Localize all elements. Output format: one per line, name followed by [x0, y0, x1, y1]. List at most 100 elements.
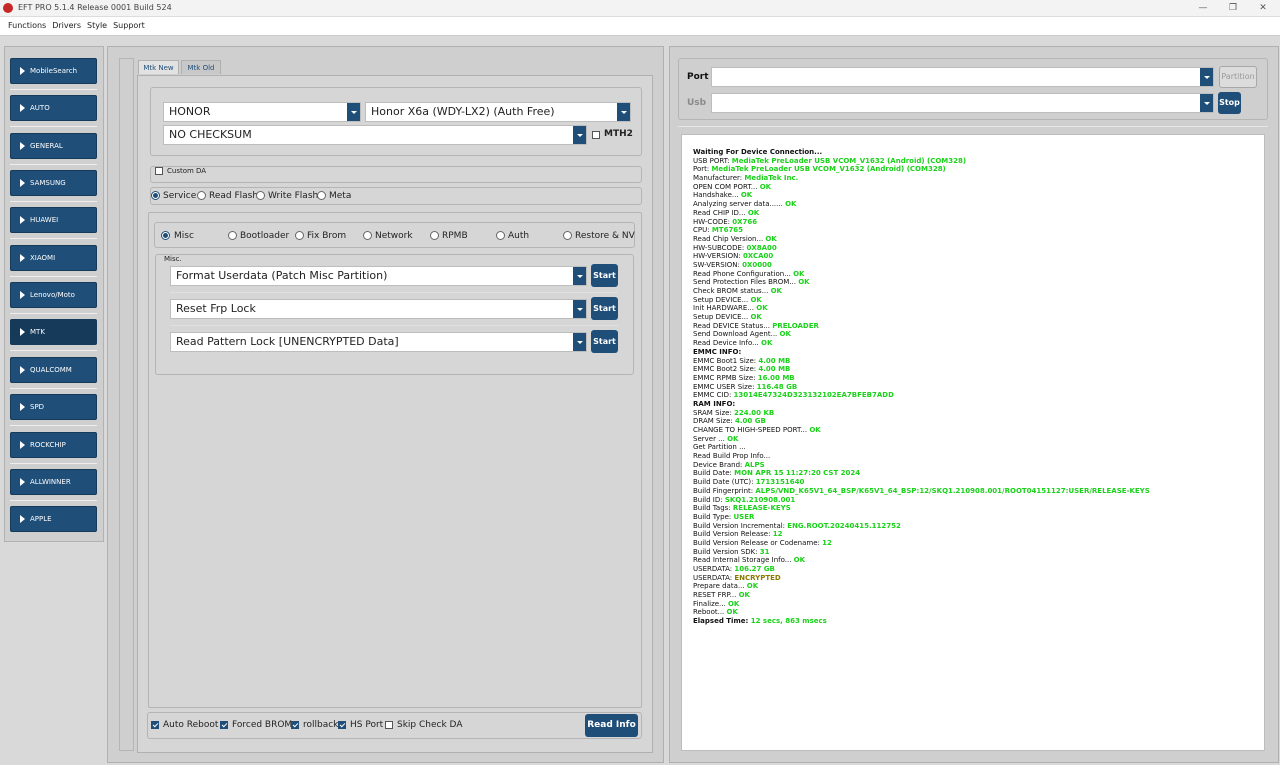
sidebar-item-general[interactable]: GENERAL [10, 133, 97, 159]
log-segment: OK [740, 191, 753, 200]
log-segment: Read Internal Storage Info... [693, 556, 794, 565]
log-segment: EMMC Boot2 Size: [693, 365, 759, 374]
log-line: Manufacturer: MediaTek Inc. [693, 174, 1264, 183]
port-select[interactable] [711, 67, 1214, 87]
log-line: HW-VERSION: 0XCA00 [693, 252, 1264, 261]
mode-write-flash-radio[interactable] [256, 191, 265, 200]
log-line: Setup DEVICE... OK [693, 313, 1264, 322]
sidebar-item-lenovo-moto[interactable]: Lenovo/Moto [10, 282, 97, 308]
auto-reboot-checkbox[interactable] [151, 721, 159, 729]
stop-button[interactable]: Stop [1218, 92, 1241, 114]
menu-drivers[interactable]: Drivers [49, 17, 84, 35]
log-line: Send Download Agent... OK [693, 330, 1264, 339]
mode-read-flash-label: Read Flash [209, 191, 259, 201]
subtab-misc-radio[interactable] [161, 231, 170, 240]
log-segment: OK [770, 287, 782, 295]
subtab-bootloader-radio[interactable] [228, 231, 237, 240]
log-line: Build Version Incremental: ENG.ROOT.2024… [693, 522, 1264, 531]
skip-check-da-label: Skip Check DA [397, 720, 463, 730]
brand-select[interactable]: HONOR [163, 102, 361, 122]
chevron-down-icon [573, 267, 586, 285]
subtab-network-radio[interactable] [363, 231, 372, 240]
start-button-frp[interactable]: Start [591, 297, 618, 320]
skip-check-da-checkbox[interactable] [385, 721, 393, 729]
sidebar-item-qualcomm[interactable]: QUALCOMM [10, 357, 97, 383]
menu-support[interactable]: Support [110, 17, 148, 35]
subtab-fix-brom-label: Fix Brom [307, 231, 347, 241]
log-segment: OK [759, 182, 772, 191]
log-line: Handshake... OK [693, 191, 1264, 200]
arrow-right-icon [20, 403, 25, 411]
usb-label: Usb [687, 98, 707, 108]
log-segment: Check BROM status... [693, 287, 771, 295]
read-pattern-select[interactable]: Read Pattern Lock [UNENCRYPTED Data] [170, 332, 587, 352]
sidebar-item-allwinner[interactable]: ALLWINNER [10, 469, 97, 495]
close-icon[interactable]: ✕ [1253, 2, 1273, 14]
sidebar-item-xiaomi[interactable]: XIAOMI [10, 245, 97, 271]
subtab-rpmb-radio[interactable] [430, 231, 439, 240]
tab-mtk-new[interactable]: Mtk New [138, 60, 179, 74]
start-button-pattern[interactable]: Start [591, 330, 618, 353]
hs-port-checkbox[interactable] [338, 721, 346, 729]
partition-button[interactable]: Partition [1219, 66, 1257, 88]
custom-da-checkbox[interactable] [155, 167, 163, 175]
log-segment: OK [793, 556, 806, 565]
subtab-auth-radio[interactable] [496, 231, 505, 240]
log-segment: EMMC RPMB Size: [693, 373, 758, 382]
sidebar-item-apple[interactable]: APPLE [10, 506, 97, 532]
log-segment: RESET FRP... [693, 591, 739, 600]
log-output[interactable]: Waiting For Device Connection... USB PORT… [681, 134, 1265, 751]
mode-service-radio[interactable] [151, 191, 160, 200]
usb-select[interactable] [711, 93, 1214, 113]
log-segment: USER [733, 512, 755, 521]
log-line: USB PORT: MediaTek PreLoader USB VCOM_V1… [693, 157, 1264, 166]
subtab-restore-nv-radio[interactable] [563, 231, 572, 240]
log-line: Device Brand: ALPS [693, 461, 1264, 470]
log-segment: 0XCA00 [742, 252, 774, 261]
sidebar-item-rockchip[interactable]: ROCKCHIP [10, 432, 97, 458]
log-segment: EMMC INFO: [693, 347, 742, 356]
sidebar-item-auto[interactable]: AUTO [10, 95, 97, 121]
mode-service-label: Service [163, 191, 197, 201]
menu-functions[interactable]: Functions [5, 17, 49, 35]
log-segment: Prepare data... [693, 582, 747, 591]
sidebar-item-huawei[interactable]: HUAWEI [10, 207, 97, 233]
sidebar-item-mtk[interactable]: MTK [10, 319, 97, 345]
sidebar-item-mobilesearch[interactable]: MobileSearch [10, 58, 97, 84]
log-segment: EMMC USER Size: [693, 382, 757, 391]
model-select[interactable]: Honor X6a (WDY-LX2) (Auth Free) [365, 102, 631, 122]
mode-meta-radio[interactable] [317, 191, 326, 200]
forced-brom-checkbox[interactable] [220, 721, 228, 729]
start-button-format[interactable]: Start [591, 264, 618, 287]
format-userdata-select[interactable]: Format Userdata (Patch Misc Partition) [170, 266, 587, 286]
log-segment: Waiting For Device Connection... [693, 148, 823, 156]
log-line: Read Phone Configuration... OK [693, 270, 1264, 279]
panel-inner-frame [119, 58, 134, 751]
log-line: Read Chip Version... OK [693, 235, 1264, 244]
sidebar-item-spd[interactable]: SPD [10, 394, 97, 420]
subtab-fix-brom-radio[interactable] [295, 231, 304, 240]
log-line: SRAM Size: 224.00 KB [693, 409, 1264, 418]
arrow-right-icon [20, 328, 25, 336]
log-segment: ENG.ROOT.20240415.112752 [787, 521, 901, 530]
log-line: Build Version Release: 12 [693, 530, 1264, 539]
sidebar-item-samsung[interactable]: SAMSUNG [10, 170, 97, 196]
log-line: Read Build Prop Info... [693, 452, 1264, 461]
rollback-checkbox[interactable] [291, 721, 299, 729]
log-segment: Finalize... [693, 599, 728, 608]
menu-style[interactable]: Style [84, 17, 110, 35]
log-segment: ALPS [744, 460, 765, 469]
reset-frp-select[interactable]: Reset Frp Lock [170, 299, 587, 319]
maximize-icon[interactable]: ❐ [1223, 2, 1243, 14]
mode-read-flash-radio[interactable] [197, 191, 206, 200]
log-segment: Get Partition ... [693, 443, 746, 452]
log-line: OPEN COM PORT... OK [693, 183, 1264, 192]
mth2-checkbox[interactable] [592, 131, 600, 139]
arrow-right-icon [20, 366, 25, 374]
minimize-icon[interactable]: — [1193, 2, 1213, 14]
log-segment: Setup DEVICE... [693, 313, 751, 322]
tab-mtk-old[interactable]: Mtk Old [181, 60, 221, 74]
read-info-button[interactable]: Read Info [585, 714, 638, 737]
mode-meta-label: Meta [329, 191, 352, 201]
checksum-select[interactable]: NO CHECKSUM [163, 125, 587, 145]
